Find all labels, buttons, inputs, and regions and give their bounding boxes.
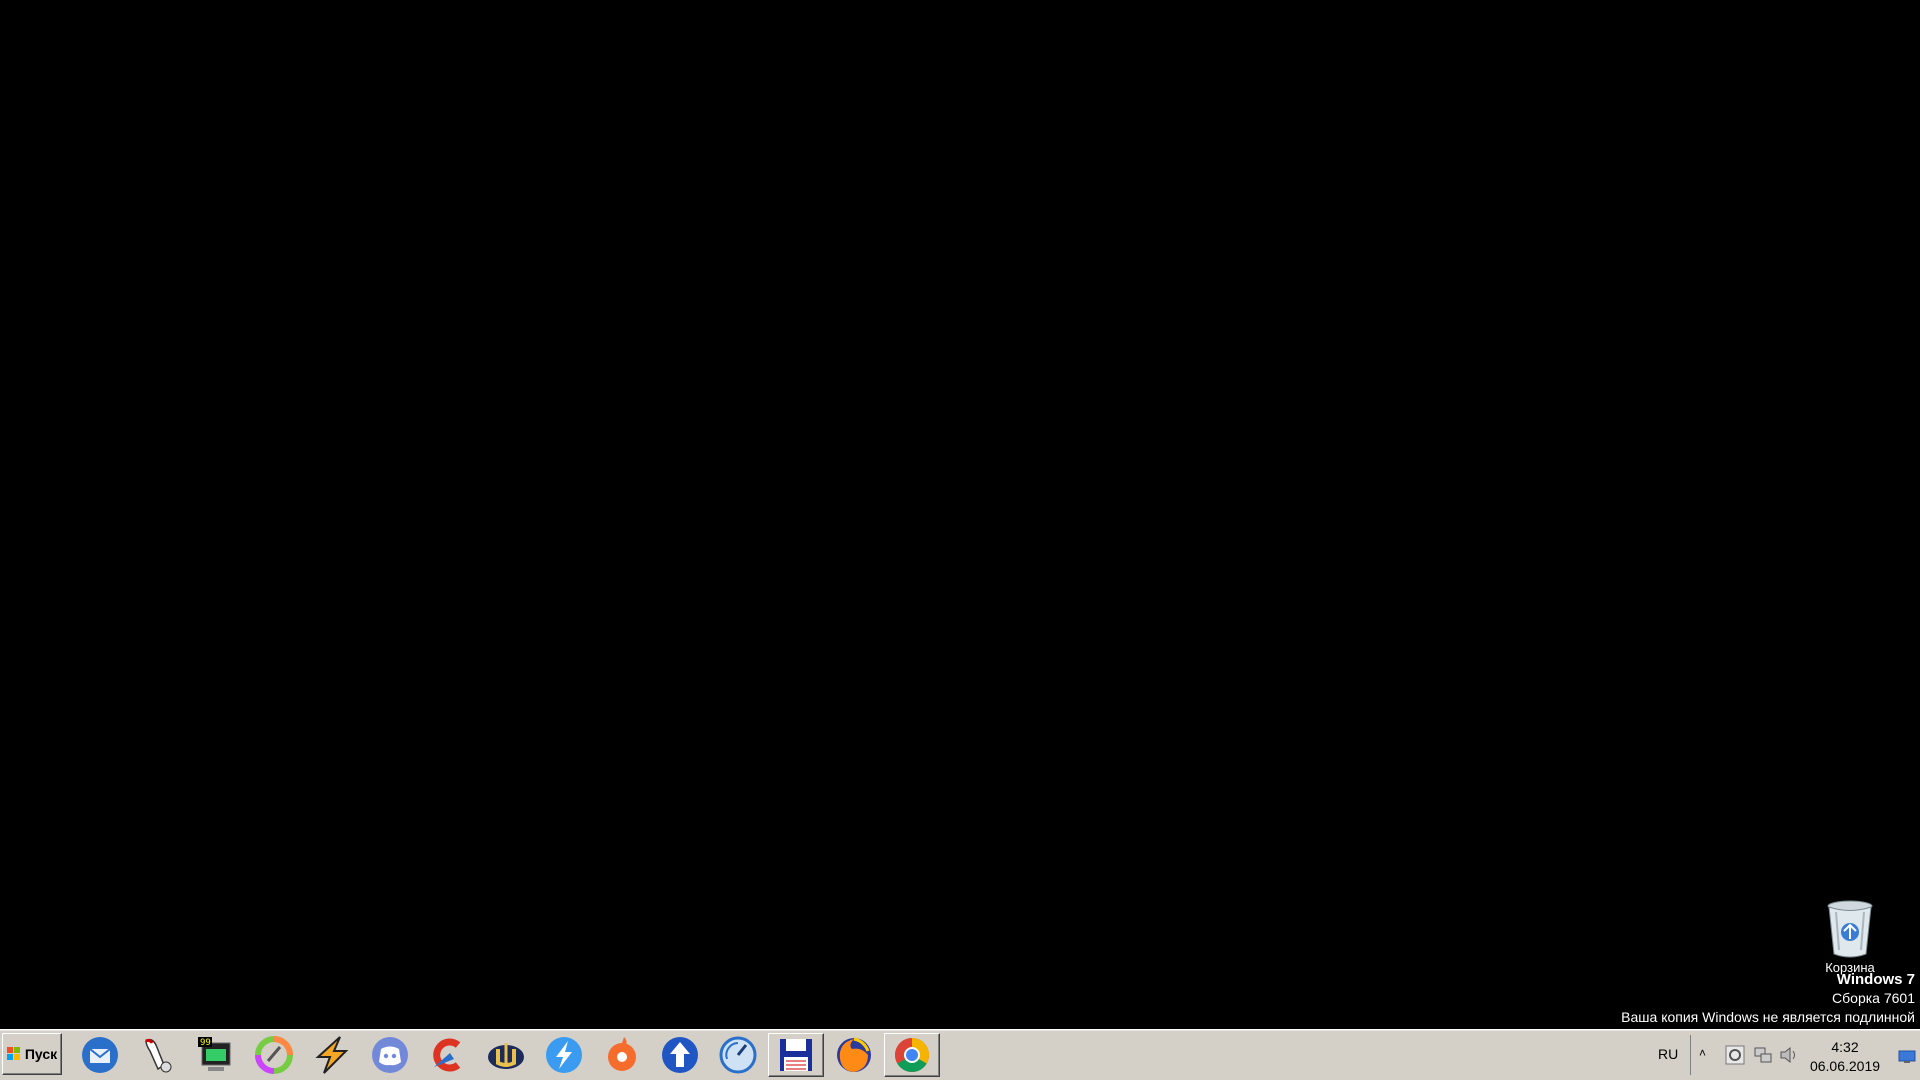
windows-logo-icon — [6, 1047, 20, 1060]
upload-button[interactable] — [652, 1033, 708, 1077]
ccleaner-button[interactable] — [420, 1033, 476, 1077]
watermark-title: Windows 7 — [1836, 971, 1915, 988]
quick-launch-bar: 99 — [72, 1033, 942, 1077]
speedometer-button[interactable] — [710, 1033, 766, 1077]
lightning-app-button[interactable] — [536, 1033, 592, 1077]
upload-arrow-icon — [662, 1037, 698, 1073]
speedometer-icon — [719, 1036, 757, 1074]
system-tray: ˄ 4:32 06.06.2019 — [1690, 1035, 1920, 1075]
winamp-button[interactable] — [304, 1033, 360, 1077]
discord-icon — [372, 1037, 408, 1073]
tray-expand-button[interactable]: ˄ — [1699, 1046, 1706, 1060]
start-label: Пуск — [24, 1046, 58, 1062]
firefox-icon — [837, 1037, 871, 1072]
unreal-tournament-button[interactable] — [478, 1033, 534, 1077]
system-monitor-icon: 99 — [198, 1037, 231, 1071]
unreal-tournament-icon — [488, 1043, 524, 1069]
color-picker-button[interactable] — [246, 1033, 302, 1077]
volume-icon[interactable] — [1779, 1045, 1799, 1065]
save-floppy-icon — [780, 1039, 812, 1071]
watermark-build: Сборка 7601 — [1832, 990, 1915, 1006]
ccleaner-icon — [433, 1038, 461, 1072]
color-picker-icon — [255, 1036, 293, 1074]
recycle-bin-shortcut[interactable]: Корзина — [1810, 898, 1890, 978]
clock-time: 4:32 — [1831, 1039, 1859, 1055]
save-floppy-button[interactable] — [768, 1033, 824, 1077]
clock-date: 06.06.2019 — [1809, 1058, 1881, 1074]
origin-button[interactable] — [594, 1033, 650, 1077]
discord-button[interactable] — [362, 1033, 418, 1077]
firefox-button[interactable] — [826, 1033, 882, 1077]
taskbar: Пуск 99 RU ˄ 4:32 06.06.2019 — [0, 1029, 1920, 1080]
chrome-button[interactable] — [884, 1033, 940, 1077]
start-button[interactable]: Пуск — [2, 1033, 62, 1075]
language-indicator[interactable]: RU — [1658, 1046, 1678, 1062]
watermark-notice: Ваша копия Windows не является подлинной — [1621, 1009, 1915, 1025]
recycle-bin-icon — [1827, 900, 1873, 958]
desktop: Корзина Windows 7 Сборка 7601 Ваша копия… — [0, 0, 1920, 1029]
network-icon[interactable] — [1753, 1045, 1773, 1065]
lightning-app-icon — [546, 1037, 582, 1073]
chrome-icon — [895, 1038, 929, 1072]
thunderbird-icon — [82, 1037, 118, 1073]
activation-watermark: Windows 7 Сборка 7601 Ваша копия Windows… — [1621, 970, 1915, 1027]
show-desktop-icon[interactable] — [1897, 1042, 1917, 1068]
winamp-icon — [315, 1036, 349, 1074]
macro-tool-button[interactable] — [130, 1033, 186, 1077]
system-monitor-button[interactable]: 99 — [188, 1033, 244, 1077]
svg-text:99: 99 — [200, 1038, 211, 1048]
clock[interactable]: 4:32 06.06.2019 — [1801, 1038, 1889, 1076]
thunderbird-button[interactable] — [72, 1033, 128, 1077]
origin-icon — [608, 1037, 636, 1071]
macro-tool-icon — [145, 1038, 172, 1073]
sync-icon[interactable] — [1725, 1045, 1745, 1065]
